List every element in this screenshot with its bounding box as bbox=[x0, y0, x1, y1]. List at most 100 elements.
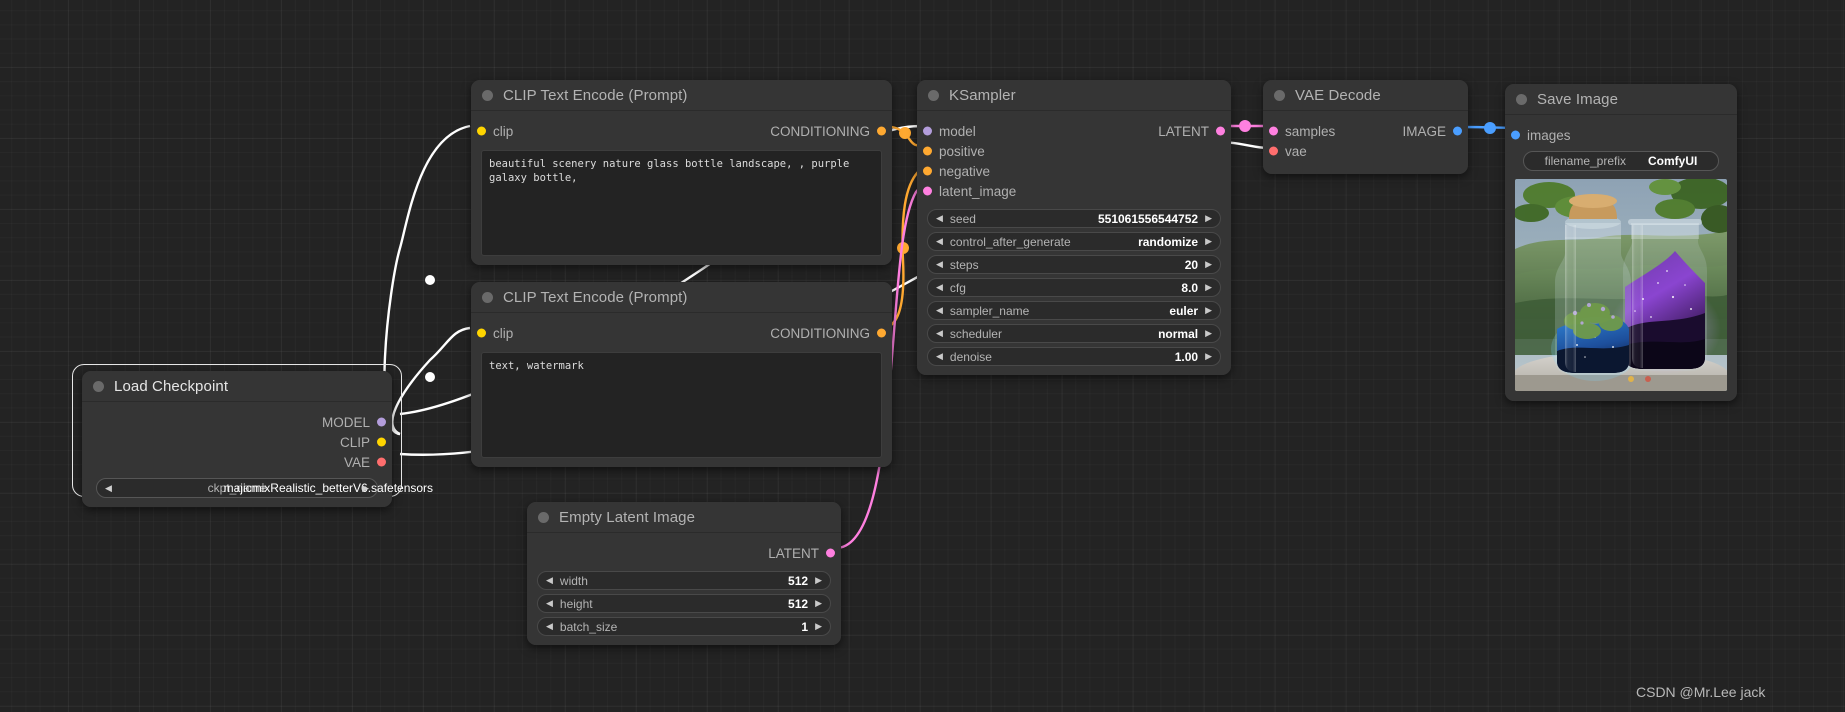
increment-arrow-icon[interactable]: ▶ bbox=[1205, 237, 1212, 246]
node-title: CLIP Text Encode (Prompt) bbox=[503, 87, 688, 104]
node-clip-text-encode-negative[interactable]: CLIP Text Encode (Prompt) clip CONDITION… bbox=[471, 282, 892, 467]
increment-arrow-icon[interactable]: ▶ bbox=[1205, 329, 1212, 338]
decrement-arrow-icon[interactable]: ◀ bbox=[546, 576, 553, 585]
node-collapse-icon[interactable] bbox=[1274, 90, 1285, 101]
input-slot-negative[interactable] bbox=[923, 167, 932, 176]
decrement-arrow-icon[interactable]: ◀ bbox=[936, 260, 943, 269]
node-collapse-icon[interactable] bbox=[538, 512, 549, 523]
port-row-vae: vae bbox=[1263, 141, 1468, 161]
output-slot-conditioning[interactable] bbox=[877, 329, 886, 338]
widget-value: 512 bbox=[788, 574, 808, 588]
decrement-arrow-icon[interactable]: ◀ bbox=[546, 599, 553, 608]
output-slot-latent[interactable] bbox=[826, 549, 835, 558]
increment-arrow-icon[interactable]: ▶ bbox=[1205, 283, 1212, 292]
node-load-checkpoint[interactable]: Load Checkpoint MODEL CLIP VAE ◀ ckpt_na… bbox=[82, 371, 392, 507]
input-slot-model[interactable] bbox=[923, 127, 932, 136]
widget-height[interactable]: ◀ height 512 ▶ bbox=[537, 594, 831, 613]
node-header[interactable]: Empty Latent Image bbox=[527, 502, 841, 533]
widget-label: sampler_name bbox=[950, 304, 1029, 318]
negative-prompt-textarea[interactable]: text, watermark bbox=[481, 352, 882, 458]
decrement-arrow-icon[interactable]: ◀ bbox=[936, 329, 943, 338]
comfyui-graph-canvas[interactable]: CLIP Text Encode (Prompt) clip CONDITION… bbox=[0, 0, 1845, 712]
output-label-latent: LATENT bbox=[1158, 124, 1209, 139]
increment-arrow-icon[interactable]: ▶ bbox=[362, 483, 369, 494]
widget-value: 20 bbox=[1185, 258, 1198, 272]
node-header[interactable]: VAE Decode bbox=[1263, 80, 1468, 111]
decrement-arrow-icon[interactable]: ◀ bbox=[546, 622, 553, 631]
node-header[interactable]: Save Image bbox=[1505, 84, 1737, 115]
node-body: clip CONDITIONING beautiful scenery natu… bbox=[471, 111, 892, 265]
widget-label: width bbox=[560, 574, 588, 588]
widget-scheduler[interactable]: ◀ scheduler normal ▶ bbox=[927, 324, 1221, 343]
node-vae-decode[interactable]: VAE Decode samples IMAGE vae bbox=[1263, 80, 1468, 174]
output-slot-clip[interactable] bbox=[377, 438, 386, 447]
output-slot-vae[interactable] bbox=[377, 458, 386, 467]
widget-label: filename_prefix bbox=[1545, 154, 1626, 168]
widget-label: control_after_generate bbox=[950, 235, 1071, 249]
widget-seed[interactable]: ◀ seed 551061556544752 ▶ bbox=[927, 209, 1221, 228]
widget-label: cfg bbox=[950, 281, 966, 295]
widget-sampler-name[interactable]: ◀ sampler_name euler ▶ bbox=[927, 301, 1221, 320]
increment-arrow-icon[interactable]: ▶ bbox=[815, 622, 822, 631]
widget-cfg[interactable]: ◀ cfg 8.0 ▶ bbox=[927, 278, 1221, 297]
node-collapse-icon[interactable] bbox=[928, 90, 939, 101]
decrement-arrow-icon[interactable]: ◀ bbox=[105, 483, 112, 494]
decrement-arrow-icon[interactable]: ◀ bbox=[936, 306, 943, 315]
output-label-vae: VAE bbox=[344, 455, 370, 470]
node-header[interactable]: CLIP Text Encode (Prompt) bbox=[471, 80, 892, 111]
output-slot-latent[interactable] bbox=[1216, 127, 1225, 136]
widget-value: 551061556544752 bbox=[1098, 212, 1198, 226]
decrement-arrow-icon[interactable]: ◀ bbox=[936, 352, 943, 361]
widget-width[interactable]: ◀ width 512 ▶ bbox=[537, 571, 831, 590]
image-preview[interactable] bbox=[1515, 179, 1727, 391]
watermark-text: CSDN @Mr.Lee jack bbox=[1636, 684, 1765, 700]
widget-steps[interactable]: ◀ steps 20 ▶ bbox=[927, 255, 1221, 274]
decrement-arrow-icon[interactable]: ◀ bbox=[936, 214, 943, 223]
input-slot-vae[interactable] bbox=[1269, 147, 1278, 156]
node-empty-latent-image[interactable]: Empty Latent Image LATENT ◀ width 512 ▶ … bbox=[527, 502, 841, 645]
positive-prompt-textarea[interactable]: beautiful scenery nature glass bottle la… bbox=[481, 150, 882, 256]
widget-ckpt-name[interactable]: ◀ ckpt_name majicmixRealistic_betterV6.s… bbox=[96, 478, 378, 498]
input-slot-positive[interactable] bbox=[923, 147, 932, 156]
node-title: Load Checkpoint bbox=[114, 378, 228, 395]
node-body: MODEL CLIP VAE ◀ ckpt_name majicmixReali… bbox=[82, 402, 392, 507]
node-header[interactable]: CLIP Text Encode (Prompt) bbox=[471, 282, 892, 313]
widget-batch-size[interactable]: ◀ batch_size 1 ▶ bbox=[537, 617, 831, 636]
increment-arrow-icon[interactable]: ▶ bbox=[1205, 352, 1212, 361]
output-slot-conditioning[interactable] bbox=[877, 127, 886, 136]
port-row-latent: LATENT bbox=[527, 543, 841, 563]
node-collapse-icon[interactable] bbox=[482, 292, 493, 303]
widget-label: batch_size bbox=[560, 620, 617, 634]
node-title: VAE Decode bbox=[1295, 87, 1381, 104]
input-slot-clip[interactable] bbox=[477, 127, 486, 136]
node-clip-text-encode-positive[interactable]: CLIP Text Encode (Prompt) clip CONDITION… bbox=[471, 80, 892, 265]
port-row-clip: clip CONDITIONING bbox=[471, 121, 892, 141]
increment-arrow-icon[interactable]: ▶ bbox=[1205, 214, 1212, 223]
input-slot-clip[interactable] bbox=[477, 329, 486, 338]
link-dot-clip-positive bbox=[425, 275, 435, 285]
increment-arrow-icon[interactable]: ▶ bbox=[815, 599, 822, 608]
input-slot-images[interactable] bbox=[1511, 131, 1520, 140]
widget-control-after-generate[interactable]: ◀ control_after_generate randomize ▶ bbox=[927, 232, 1221, 251]
node-collapse-icon[interactable] bbox=[1516, 94, 1527, 105]
widget-filename-prefix[interactable]: filename_prefix ComfyUI bbox=[1523, 151, 1719, 171]
decrement-arrow-icon[interactable]: ◀ bbox=[936, 283, 943, 292]
node-header[interactable]: Load Checkpoint bbox=[82, 371, 392, 402]
node-collapse-icon[interactable] bbox=[93, 381, 104, 392]
input-slot-samples[interactable] bbox=[1269, 127, 1278, 136]
widget-denoise[interactable]: ◀ denoise 1.00 ▶ bbox=[927, 347, 1221, 366]
increment-arrow-icon[interactable]: ▶ bbox=[1205, 260, 1212, 269]
preview-artwork bbox=[1515, 179, 1727, 391]
increment-arrow-icon[interactable]: ▶ bbox=[815, 576, 822, 585]
output-slot-model[interactable] bbox=[377, 418, 386, 427]
node-title: Save Image bbox=[1537, 91, 1618, 108]
node-header[interactable]: KSampler bbox=[917, 80, 1231, 111]
output-slot-image[interactable] bbox=[1453, 127, 1462, 136]
node-collapse-icon[interactable] bbox=[482, 90, 493, 101]
input-slot-latent-image[interactable] bbox=[923, 187, 932, 196]
node-save-image[interactable]: Save Image images filename_prefix ComfyU… bbox=[1505, 84, 1737, 401]
decrement-arrow-icon[interactable]: ◀ bbox=[936, 237, 943, 246]
increment-arrow-icon[interactable]: ▶ bbox=[1205, 306, 1212, 315]
link-dot-negative-cond bbox=[897, 242, 909, 254]
node-ksampler[interactable]: KSampler model LATENT positive negative … bbox=[917, 80, 1231, 375]
